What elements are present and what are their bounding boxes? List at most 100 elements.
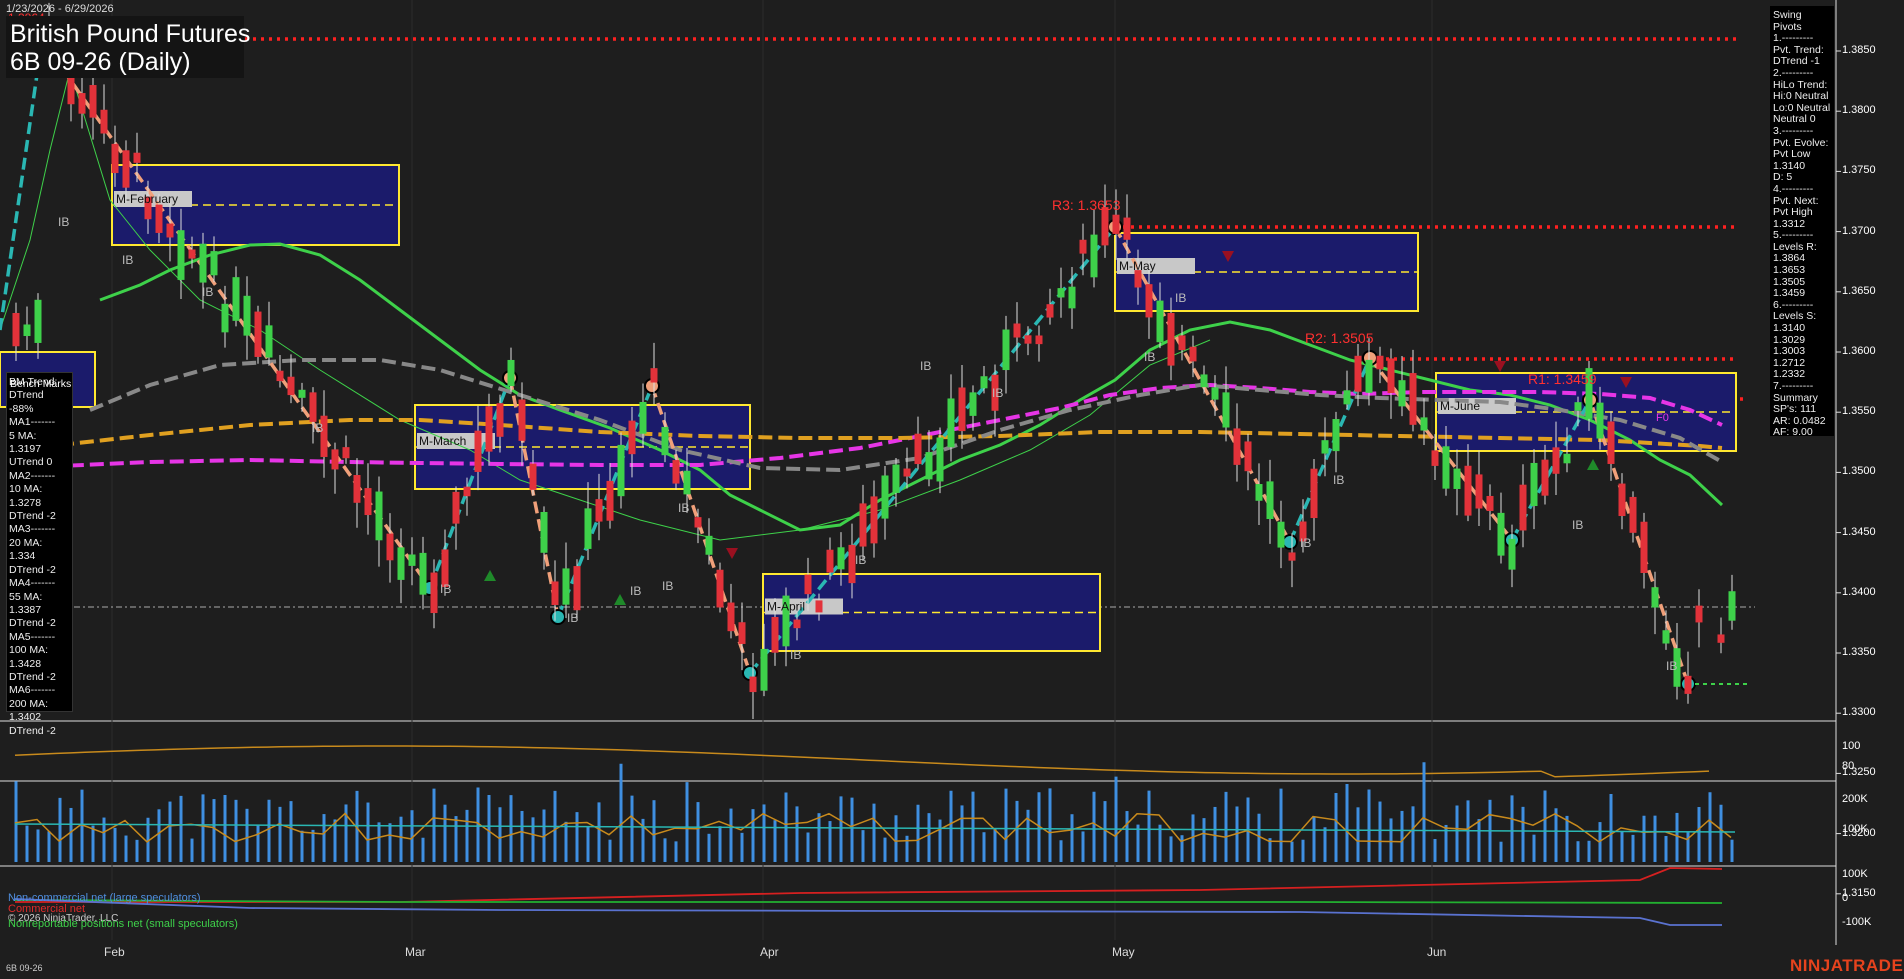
chart-subtitle: 6B 09-26 (Daily) (10, 48, 191, 76)
footer-symbol: 6B 09-26 (6, 963, 43, 973)
month-box-label: M-February (116, 192, 178, 206)
candle-body (287, 376, 295, 396)
candle-body (100, 109, 108, 134)
osc-tick: 80 (1842, 760, 1855, 772)
cot-tick: 100K (1842, 868, 1868, 880)
candle-body (1409, 373, 1417, 425)
pivot-info-line: 4.--------- (1773, 182, 1814, 195)
ib-label: IB (1144, 350, 1155, 364)
candle-body (1717, 634, 1725, 643)
candle-body (1552, 447, 1560, 474)
candle-body (452, 491, 460, 524)
legend-nonreportable: Nonreportable positions net (small specu… (8, 918, 238, 930)
candle-body (1332, 419, 1340, 452)
candle-body (947, 398, 955, 448)
ib-label: IB (920, 359, 931, 373)
cot-tick: -100K (1842, 916, 1872, 928)
pivot-info-line: 2.--------- (1773, 66, 1814, 79)
price-chart[interactable]: R3: 1.3653R2: 1.3505R1: 1.34591.3864F0M-… (0, 0, 1904, 979)
candle-body (804, 574, 812, 595)
ib-label: IB (790, 648, 801, 662)
candle-body (1453, 468, 1461, 489)
candle-body (1046, 304, 1054, 318)
candle-body (342, 447, 350, 459)
candle-body (1244, 441, 1252, 472)
candle-body (1541, 459, 1549, 496)
ib-label: IB (678, 501, 689, 515)
candle-body (1508, 538, 1516, 570)
candle-body (1057, 288, 1065, 298)
month-box-label: M-June (1440, 399, 1480, 413)
candle-body (826, 549, 834, 573)
candle-body (1640, 521, 1648, 573)
candle-body (1343, 390, 1351, 405)
benchmark-line: UTrend 0 (9, 456, 53, 469)
candle-body (980, 376, 988, 389)
pivot-info-line: Hi:0 Neutral (1773, 90, 1829, 103)
resistance-label-r3: R3: 1.3653 (1052, 197, 1121, 213)
ib-label: IB (1300, 536, 1311, 550)
candle-body (1024, 335, 1032, 344)
price-tick: 1.3450 (1842, 525, 1876, 538)
benchmark-line: 20 MA: (9, 536, 43, 549)
candle-body (936, 437, 944, 482)
volume-tick: 100K (1842, 823, 1868, 835)
candle-body (573, 566, 581, 611)
candle-body (221, 303, 229, 333)
ib-label: IB (440, 582, 451, 596)
price-tick: 1.3850 (1842, 44, 1876, 56)
candle-body (749, 676, 757, 693)
cot-tick: 0 (1842, 892, 1849, 904)
ib-label: IB (567, 611, 578, 625)
candle-body (1662, 630, 1670, 644)
swing-pivots-panel: Swing Pivots 1.--------- Pvt. Trend: DTrend… (1770, 6, 1834, 439)
month-label: Apr (760, 945, 779, 959)
candle-body (1277, 521, 1285, 548)
ib-label: IB (855, 553, 866, 567)
benchmark-line: DTrend -2 (9, 724, 56, 737)
candle-body (1255, 484, 1263, 501)
candle-body (1618, 483, 1626, 517)
candle-body (1420, 417, 1428, 431)
candle-body (23, 324, 31, 337)
candle-body (397, 547, 405, 580)
candle-body (694, 517, 702, 528)
benchmark-line: 5 MA: (9, 429, 37, 442)
oscillator-line (14, 745, 1710, 778)
candle-body (155, 204, 163, 233)
benchmark-line: 200 MA: (9, 697, 49, 710)
candle-body (672, 460, 680, 484)
candle-body (969, 392, 977, 416)
candle-body (1475, 474, 1483, 509)
candle-body (837, 547, 845, 570)
candle-body (1167, 312, 1175, 366)
benchmark-line: 1.3387 (9, 603, 42, 616)
candle-body (628, 420, 636, 455)
swing-zigzag (0, 39, 44, 331)
swing-low-marker (1282, 534, 1298, 550)
candle-body (903, 468, 911, 477)
candle-body (386, 533, 394, 561)
candle-body (1607, 421, 1615, 464)
benchmarks-panel: BM Trend: DTrend -88% MA1------- 5 MA: 1.319… (6, 372, 73, 737)
candle-body (1222, 392, 1230, 428)
price-tick: 1.3800 (1842, 104, 1876, 117)
pivot-info-line: 7.--------- (1773, 380, 1814, 392)
candle-body (771, 616, 779, 653)
candle-body (276, 370, 284, 382)
candle-body (595, 499, 603, 522)
candle-body (1530, 462, 1538, 507)
candle-body (925, 452, 933, 480)
candle-body (232, 277, 240, 321)
pivot-info-line: AF: 9.00 (1773, 426, 1813, 439)
candle-body (122, 150, 130, 188)
ib-label: IB (1666, 659, 1677, 673)
sell-signal-marker (726, 548, 738, 559)
ib-label: IB (202, 285, 213, 299)
price-tick: 1.3300 (1842, 706, 1876, 719)
candle-body (1651, 587, 1659, 608)
candle-body (1090, 234, 1098, 278)
candle-body (1211, 387, 1219, 400)
candle-body (540, 511, 548, 553)
volume-tick: 200K (1842, 793, 1868, 805)
